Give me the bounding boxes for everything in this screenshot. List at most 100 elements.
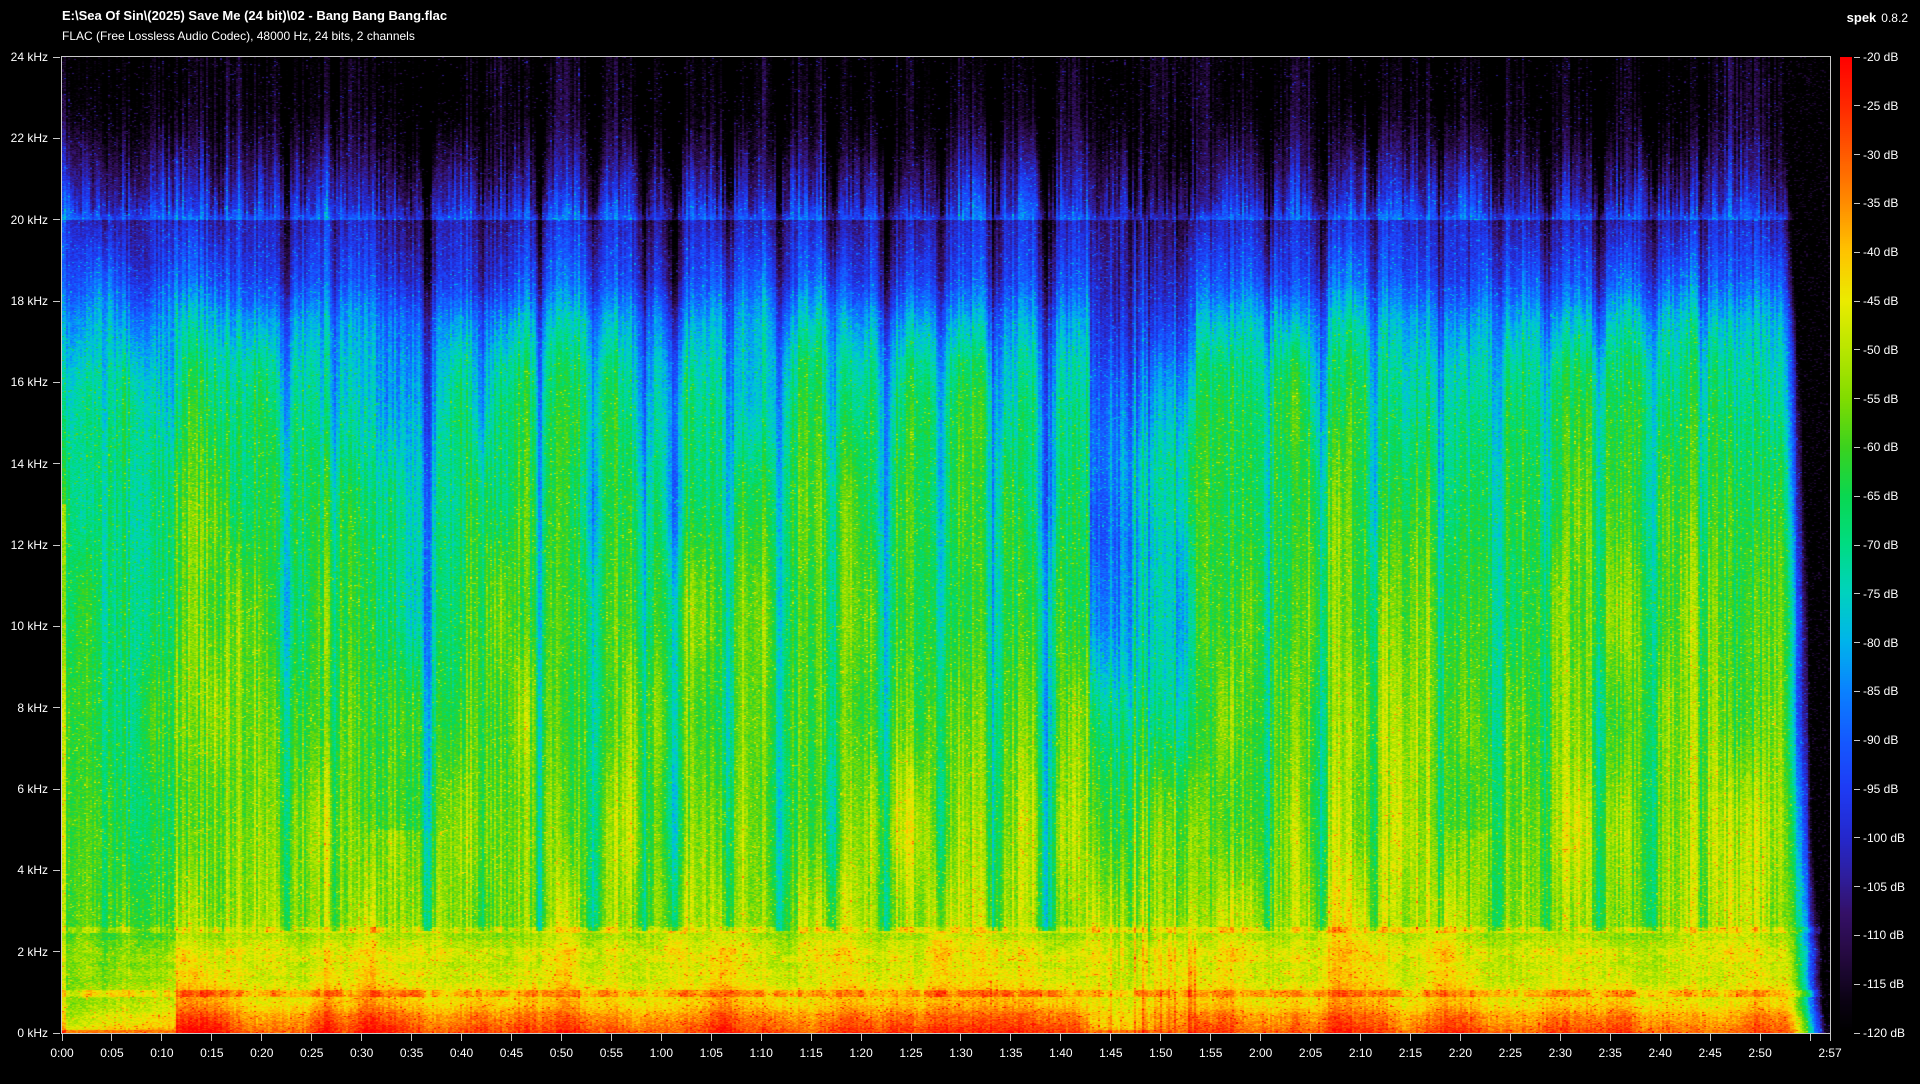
freq-tick-mark bbox=[53, 301, 60, 302]
app-version: 0.8.2 bbox=[1881, 11, 1908, 25]
format-info: FLAC (Free Lossless Audio Codec), 48000 … bbox=[62, 29, 415, 43]
time-tick-label: 0:45 bbox=[500, 1046, 523, 1060]
freq-tick-label: 12 kHz bbox=[0, 538, 48, 552]
time-tick-mark bbox=[1360, 1034, 1361, 1041]
db-tick-label: -75 dB bbox=[1863, 587, 1898, 601]
time-tick-mark bbox=[1810, 1034, 1811, 1041]
freq-tick-mark bbox=[53, 951, 60, 952]
db-tick-label: -105 dB bbox=[1863, 880, 1905, 894]
db-tick-mark bbox=[1854, 886, 1860, 887]
time-tick-mark bbox=[1560, 1034, 1561, 1041]
time-tick-label: 2:10 bbox=[1349, 1046, 1372, 1060]
db-tick-mark bbox=[1854, 349, 1860, 350]
db-tick-mark bbox=[1854, 398, 1860, 399]
time-tick-label: 0:55 bbox=[600, 1046, 623, 1060]
time-tick-mark bbox=[211, 1034, 212, 1041]
freq-tick-label: 2 kHz bbox=[0, 945, 48, 959]
db-tick-mark bbox=[1854, 593, 1860, 594]
db-tick-mark bbox=[1854, 789, 1860, 790]
time-tick-mark bbox=[361, 1034, 362, 1041]
freq-tick-label: 6 kHz bbox=[0, 782, 48, 796]
freq-tick-mark bbox=[53, 463, 60, 464]
time-tick-mark bbox=[960, 1034, 961, 1041]
db-tick-label: -25 dB bbox=[1863, 99, 1898, 113]
freq-tick-label: 0 kHz bbox=[0, 1026, 48, 1040]
time-tick-label: 2:40 bbox=[1649, 1046, 1672, 1060]
time-tick-label: 0:35 bbox=[400, 1046, 423, 1060]
freq-tick-label: 14 kHz bbox=[0, 457, 48, 471]
time-tick-mark bbox=[1410, 1034, 1411, 1041]
db-tick-label: -65 dB bbox=[1863, 489, 1898, 503]
time-tick-mark bbox=[1010, 1034, 1011, 1041]
freq-tick-mark bbox=[53, 138, 60, 139]
time-tick-mark bbox=[1610, 1034, 1611, 1041]
time-tick-label: 1:20 bbox=[849, 1046, 872, 1060]
db-tick-mark bbox=[1854, 252, 1860, 253]
db-tick-label: -70 dB bbox=[1863, 538, 1898, 552]
time-tick-label: 2:25 bbox=[1499, 1046, 1522, 1060]
db-tick-label: -50 dB bbox=[1863, 343, 1898, 357]
db-tick-label: -100 dB bbox=[1863, 831, 1905, 845]
time-tick-label: 0:40 bbox=[450, 1046, 473, 1060]
freq-tick-mark bbox=[53, 1033, 60, 1034]
time-tick-mark bbox=[661, 1034, 662, 1041]
db-tick-mark bbox=[1854, 837, 1860, 838]
freq-tick-mark bbox=[53, 707, 60, 708]
db-tick-mark bbox=[1854, 301, 1860, 302]
freq-tick-mark bbox=[53, 57, 60, 58]
db-tick-label: -40 dB bbox=[1863, 245, 1898, 259]
time-tick-mark bbox=[311, 1034, 312, 1041]
db-tick-label: -120 dB bbox=[1863, 1026, 1905, 1040]
time-tick-mark bbox=[711, 1034, 712, 1041]
time-tick-mark bbox=[1210, 1034, 1211, 1041]
time-tick-label: 1:15 bbox=[799, 1046, 822, 1060]
plot-border bbox=[61, 56, 1831, 1034]
db-tick-mark bbox=[1854, 105, 1860, 106]
spek-window: E:\Sea Of Sin\(2025) Save Me (24 bit)\02… bbox=[0, 0, 1920, 1084]
time-tick-mark bbox=[1660, 1034, 1661, 1041]
time-tick-label: 2:50 bbox=[1748, 1046, 1771, 1060]
time-tick-mark bbox=[1710, 1034, 1711, 1041]
db-tick-mark bbox=[1854, 447, 1860, 448]
time-tick-label: 0:00 bbox=[50, 1046, 73, 1060]
time-tick-label: 1:00 bbox=[650, 1046, 673, 1060]
time-tick-mark bbox=[811, 1034, 812, 1041]
db-tick-mark bbox=[1854, 545, 1860, 546]
time-tick-label: 0:25 bbox=[300, 1046, 323, 1060]
freq-tick-mark bbox=[53, 382, 60, 383]
time-tick-label: 0:10 bbox=[150, 1046, 173, 1060]
time-tick-label: 2:30 bbox=[1549, 1046, 1572, 1060]
time-tick-mark bbox=[111, 1034, 112, 1041]
time-tick-mark bbox=[161, 1034, 162, 1041]
time-tick-mark bbox=[761, 1034, 762, 1041]
time-tick-label: 0:30 bbox=[350, 1046, 373, 1060]
time-tick-mark bbox=[261, 1034, 262, 1041]
time-tick-label: 0:20 bbox=[250, 1046, 273, 1060]
db-tick-label: -80 dB bbox=[1863, 636, 1898, 650]
freq-tick-mark bbox=[53, 219, 60, 220]
time-tick-label: 2:05 bbox=[1299, 1046, 1322, 1060]
freq-tick-label: 4 kHz bbox=[0, 863, 48, 877]
db-tick-mark bbox=[1854, 1033, 1860, 1034]
db-tick-label: -55 dB bbox=[1863, 392, 1898, 406]
freq-tick-label: 8 kHz bbox=[0, 701, 48, 715]
time-tick-label: 1:35 bbox=[999, 1046, 1022, 1060]
time-tick-label: 2:00 bbox=[1249, 1046, 1272, 1060]
time-tick-mark bbox=[1510, 1034, 1511, 1041]
freq-tick-mark bbox=[53, 545, 60, 546]
time-tick-label: 2:45 bbox=[1698, 1046, 1721, 1060]
time-tick-mark bbox=[561, 1034, 562, 1041]
db-tick-label: -115 dB bbox=[1863, 977, 1904, 991]
file-path-title: E:\Sea Of Sin\(2025) Save Me (24 bit)\02… bbox=[62, 8, 447, 23]
time-tick-mark bbox=[411, 1034, 412, 1041]
time-tick-label: 1:50 bbox=[1149, 1046, 1172, 1060]
freq-tick-mark bbox=[53, 870, 60, 871]
time-tick-label: 1:30 bbox=[949, 1046, 972, 1060]
time-tick-label: 2:35 bbox=[1599, 1046, 1622, 1060]
time-tick-label: 0:15 bbox=[200, 1046, 223, 1060]
time-tick-mark bbox=[511, 1034, 512, 1041]
db-tick-mark bbox=[1854, 935, 1860, 936]
db-tick-label: -30 dB bbox=[1863, 148, 1898, 162]
freq-tick-label: 10 kHz bbox=[0, 619, 48, 633]
freq-tick-label: 22 kHz bbox=[0, 131, 48, 145]
